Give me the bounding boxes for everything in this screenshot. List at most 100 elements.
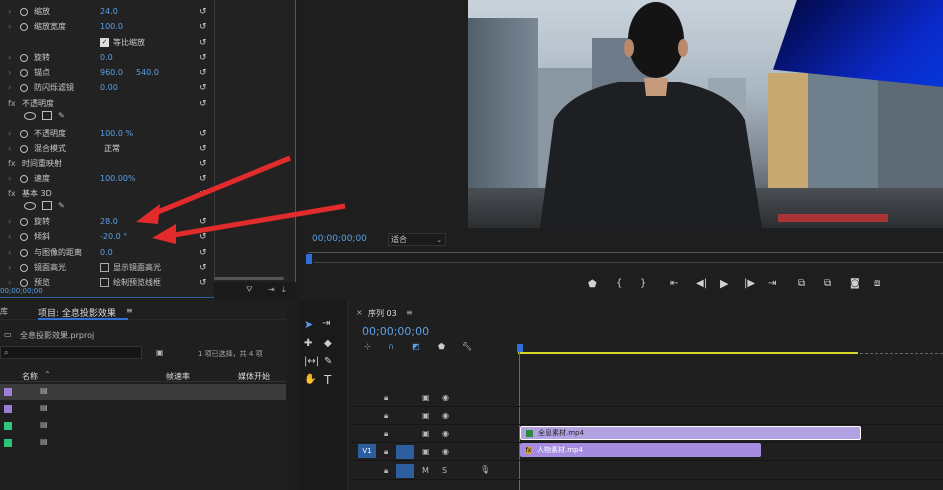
stopwatch-icon[interactable] — [20, 174, 28, 183]
keyframe-scrollbar[interactable] — [214, 277, 284, 280]
stopwatch-icon[interactable] — [20, 248, 28, 257]
library-tab[interactable]: 库 — [0, 306, 8, 317]
linked-selection-icon[interactable]: ∩ — [388, 342, 394, 351]
ripple-edit-icon[interactable]: ✚ — [304, 338, 312, 349]
export-frame-icon[interactable]: ◙ — [850, 278, 860, 289]
property-value[interactable]: 正常 — [104, 143, 120, 154]
eye-icon[interactable]: ◉ — [442, 411, 449, 420]
track-target[interactable] — [396, 391, 414, 405]
mark-in-icon[interactable]: { — [616, 278, 622, 289]
search-input[interactable] — [0, 346, 142, 359]
lock-icon[interactable]: 🔒︎ — [384, 466, 388, 476]
sync-lock-icon[interactable]: ▣ — [422, 429, 430, 438]
stopwatch-icon[interactable] — [20, 53, 28, 62]
property-value[interactable]: 960.0 — [100, 68, 123, 77]
pen-icon[interactable]: ✎ — [324, 356, 332, 367]
lock-icon[interactable]: 🔒︎ — [384, 429, 388, 439]
reset-icon[interactable]: ↺ — [199, 99, 207, 109]
eye-icon[interactable]: ◉ — [442, 447, 449, 456]
track-target[interactable] — [396, 409, 414, 423]
keyframe-nav-icon[interactable]: ⤓ — [282, 285, 286, 295]
property-value[interactable]: 0.0 — [100, 53, 113, 62]
play-icon[interactable]: ▶ — [720, 277, 728, 290]
disclosure-icon[interactable]: › — [8, 232, 11, 241]
clip-v2[interactable]: 全息素材.mp4 — [520, 426, 861, 440]
marker-icon[interactable]: ⬟ — [438, 342, 445, 351]
stopwatch-icon[interactable] — [20, 83, 28, 92]
reset-icon[interactable]: ↺ — [199, 83, 207, 93]
disclosure-icon[interactable]: › — [8, 217, 11, 226]
sequence-tab[interactable]: 序列 03 — [368, 308, 397, 319]
disclosure-icon[interactable]: › — [8, 174, 11, 183]
eye-icon[interactable]: ◉ — [442, 429, 449, 438]
sync-lock-icon[interactable]: ▣ — [422, 411, 430, 420]
ellipse-mask-icon[interactable] — [24, 201, 36, 210]
disclosure-icon[interactable]: › — [8, 144, 11, 153]
disclosure-icon[interactable]: › — [8, 7, 11, 16]
disclosure-icon[interactable]: › — [8, 22, 11, 31]
step-forward-icon[interactable]: |▶ — [744, 278, 755, 289]
extract-icon[interactable]: ⧉ — [824, 278, 831, 289]
stopwatch-icon[interactable] — [20, 129, 28, 138]
razor-icon[interactable]: ◆ — [324, 338, 332, 349]
disclosure-icon[interactable]: › — [8, 68, 11, 77]
disclosure-icon[interactable]: › — [8, 278, 11, 287]
timeline-timecode[interactable]: 00;00;00;00 — [362, 325, 429, 338]
playhead[interactable] — [517, 344, 523, 352]
stopwatch-icon[interactable] — [20, 217, 28, 226]
go-to-out-icon[interactable]: ⇥ — [768, 278, 776, 289]
reset-icon[interactable]: ↺ — [199, 278, 207, 288]
mic-icon[interactable]: 🎙︎ — [480, 465, 490, 474]
lock-icon[interactable]: 🔒︎ — [384, 411, 388, 421]
column-name[interactable]: 名称 — [22, 371, 38, 382]
step-back-icon[interactable]: ◀| — [696, 278, 707, 289]
new-bin-icon[interactable]: ▣ — [156, 348, 164, 357]
hand-icon[interactable]: ✋ — [304, 374, 316, 385]
track-target[interactable] — [396, 445, 414, 459]
pen-mask-icon[interactable]: ✎ — [58, 111, 65, 120]
property-value[interactable]: 0.0 — [100, 248, 113, 257]
rect-mask-icon[interactable] — [42, 201, 52, 210]
reset-icon[interactable]: ↺ — [199, 22, 207, 32]
program-scrubber-track[interactable] — [308, 252, 943, 253]
mute-icon[interactable]: M — [422, 466, 429, 475]
lock-icon[interactable]: 🔒︎ — [384, 447, 388, 457]
track-target[interactable] — [396, 464, 414, 478]
reset-icon[interactable]: ↺ — [199, 53, 207, 63]
property-value[interactable]: 24.0 — [100, 7, 118, 16]
property-value[interactable]: 28.0 — [100, 217, 118, 226]
checkbox[interactable] — [100, 263, 109, 272]
source-patch-v1[interactable]: V1 — [358, 444, 376, 458]
playhead-marker[interactable] — [306, 254, 312, 264]
snap-icon[interactable]: ⊹ — [364, 342, 371, 351]
column-fps[interactable]: 帧速率 — [166, 371, 190, 382]
solo-icon[interactable]: S — [442, 466, 447, 475]
stopwatch-icon[interactable] — [20, 278, 28, 287]
disclosure-icon[interactable]: › — [8, 83, 11, 92]
disclosure-icon[interactable]: › — [8, 248, 11, 257]
lock-icon[interactable]: 🔒︎ — [384, 393, 388, 403]
pen-mask-icon[interactable]: ✎ — [58, 201, 65, 210]
disclosure-icon[interactable]: › — [8, 129, 11, 138]
reset-icon[interactable]: ↺ — [199, 129, 207, 139]
sync-lock-icon[interactable]: ▣ — [422, 447, 430, 456]
sync-lock-icon[interactable]: ▣ — [422, 393, 430, 402]
list-item[interactable]: ▤ — [0, 418, 286, 434]
panel-menu-icon[interactable]: ≡ — [126, 306, 133, 315]
ellipse-mask-icon[interactable] — [24, 111, 36, 120]
property-value[interactable]: -20.0 ° — [100, 232, 127, 241]
selection-tool-icon[interactable]: ➤ — [304, 318, 313, 331]
mark-out-icon[interactable]: } — [640, 278, 646, 289]
slip-icon[interactable]: |↔| — [304, 356, 319, 367]
wrench-icon[interactable]: 🔧︎ — [462, 342, 472, 351]
go-to-in-icon[interactable]: ⇤ — [670, 278, 678, 289]
property-value[interactable]: 100.0 — [100, 22, 123, 31]
stopwatch-icon[interactable] — [20, 144, 28, 153]
checkbox[interactable] — [100, 278, 109, 287]
add-marker-icon[interactable]: ◩ — [412, 342, 420, 351]
close-tab-icon[interactable]: × — [356, 308, 363, 317]
list-item[interactable]: ▤ — [0, 384, 286, 400]
panel-menu-icon[interactable]: ≡ — [406, 308, 413, 317]
zoom-bar[interactable] — [314, 262, 943, 266]
track-select-icon[interactable]: ⇥ — [322, 318, 330, 329]
